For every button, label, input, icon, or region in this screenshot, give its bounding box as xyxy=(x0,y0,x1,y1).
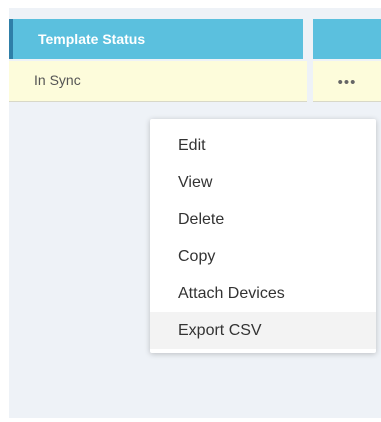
menu-item-delete[interactable]: Delete xyxy=(150,201,376,238)
menu-item-edit[interactable]: Edit xyxy=(150,127,376,164)
context-menu: Edit View Delete Copy Attach Devices Exp… xyxy=(150,119,376,353)
table-header-row: Template Status xyxy=(9,19,381,59)
menu-item-attach-devices[interactable]: Attach Devices xyxy=(150,275,376,312)
column-header-actions xyxy=(313,19,381,59)
table-row: In Sync ••• xyxy=(9,61,381,102)
template-status-cell: In Sync xyxy=(9,61,307,102)
menu-item-copy[interactable]: Copy xyxy=(150,238,376,275)
menu-item-view[interactable]: View xyxy=(150,164,376,201)
menu-item-export-csv[interactable]: Export CSV xyxy=(150,312,376,349)
column-header-template-status[interactable]: Template Status xyxy=(9,19,303,59)
actions-cell: ••• xyxy=(313,61,381,102)
more-options-icon[interactable]: ••• xyxy=(338,63,357,102)
